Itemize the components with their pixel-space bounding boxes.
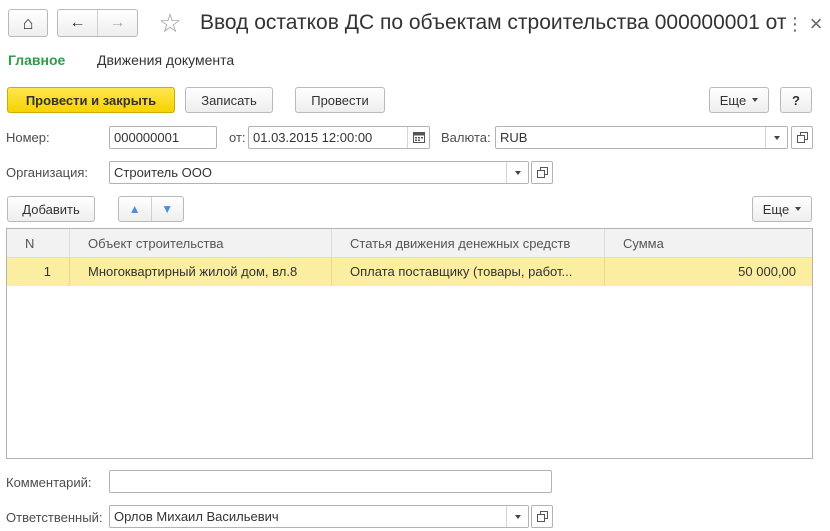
currency-value: RUB (500, 130, 528, 145)
window-more-menu-button[interactable]: ⋮ (786, 11, 804, 37)
window-title: Ввод остатков ДС по объектам строительст… (200, 11, 790, 34)
number-label: Номер: (6, 130, 50, 145)
post-and-close-button[interactable]: Провести и закрыть (7, 87, 175, 113)
open-window-icon (796, 132, 808, 143)
responsible-value: Орлов Михаил Васильевич (114, 509, 279, 524)
column-header-object[interactable]: Объект строительства (70, 229, 332, 258)
comment-label: Комментарий: (6, 475, 92, 490)
number-field[interactable]: 000000001 (109, 126, 217, 149)
star-icon: ☆ (158, 7, 182, 38)
organization-open-button[interactable] (531, 161, 553, 184)
more-vertical-icon: ⋮ (786, 13, 804, 34)
chevron-down-icon (795, 207, 802, 211)
chevron-down-icon (514, 170, 521, 175)
home-button[interactable]: ⌂ (8, 9, 48, 37)
add-row-button[interactable]: Добавить (7, 196, 95, 222)
currency-open-button[interactable] (791, 126, 813, 149)
close-icon: × (809, 11, 823, 36)
cell-object: Многоквартирный жилой дом, вл.8 (70, 258, 332, 286)
column-header-sum[interactable]: Сумма (605, 229, 812, 258)
tab-document-movements[interactable]: Движения документа (97, 52, 234, 68)
chevron-down-icon (514, 514, 521, 519)
calendar-icon (412, 132, 425, 143)
date-field[interactable]: 01.03.2015 12:00:00 (248, 126, 430, 149)
date-value: 01.03.2015 12:00:00 (253, 130, 373, 145)
close-button[interactable]: × (806, 11, 826, 37)
tab-main[interactable]: Главное (8, 52, 65, 68)
open-window-icon (536, 511, 548, 522)
organization-label: Организация: (6, 165, 89, 180)
cell-sum: 50 000,00 (738, 264, 796, 279)
back-button[interactable]: ← (58, 10, 98, 36)
table-more-label: Еще (762, 201, 790, 217)
currency-field[interactable]: RUB (495, 126, 788, 149)
move-up-button[interactable]: ▲ (119, 197, 152, 221)
table-more-button[interactable]: Еще (752, 196, 812, 222)
more-actions-button[interactable]: Еще (709, 87, 769, 113)
responsible-field[interactable]: Орлов Михаил Васильевич (109, 505, 529, 528)
history-nav: ← → (57, 9, 138, 37)
currency-dropdown-button[interactable] (765, 127, 787, 148)
home-icon: ⌂ (22, 12, 34, 33)
organization-dropdown-button[interactable] (506, 162, 528, 183)
column-header-n[interactable]: N (7, 229, 70, 258)
arrow-up-icon: ▲ (128, 202, 141, 216)
currency-label: Валюта: (441, 130, 491, 145)
responsible-open-button[interactable] (531, 505, 553, 528)
cell-n: 1 (7, 258, 70, 286)
comment-field[interactable] (109, 470, 552, 493)
responsible-dropdown-button[interactable] (506, 506, 528, 527)
organization-field[interactable]: Строитель ООО (109, 161, 529, 184)
cell-article: Оплата поставщику (товары, работ... (332, 258, 605, 286)
arrow-down-icon: ▼ (161, 202, 174, 216)
back-arrow-icon: ← (69, 14, 86, 31)
date-label: от: (229, 130, 246, 145)
help-button[interactable]: ? (780, 87, 812, 113)
responsible-label: Ответственный: (6, 510, 103, 525)
save-button[interactable]: Записать (185, 87, 273, 113)
table-row[interactable]: 1 Многоквартирный жилой дом, вл.8 Оплата… (7, 258, 812, 286)
move-down-button[interactable]: ▼ (152, 197, 184, 221)
chevron-down-icon (752, 98, 759, 102)
open-window-icon (536, 167, 548, 178)
table-header: N Объект строительства Статья движения д… (7, 229, 812, 258)
post-button[interactable]: Провести (295, 87, 385, 113)
organization-value: Строитель ООО (114, 165, 212, 180)
chevron-down-icon (773, 135, 780, 140)
more-actions-label: Еще (719, 92, 747, 108)
data-table[interactable]: N Объект строительства Статья движения д… (6, 228, 813, 459)
favorite-star-button[interactable]: ☆ (155, 8, 185, 38)
move-buttons: ▲ ▼ (118, 196, 184, 222)
forward-arrow-icon: → (109, 14, 126, 31)
column-header-article[interactable]: Статья движения денежных средств (332, 229, 605, 258)
calendar-button[interactable] (407, 127, 429, 148)
forward-button[interactable]: → (98, 10, 137, 36)
